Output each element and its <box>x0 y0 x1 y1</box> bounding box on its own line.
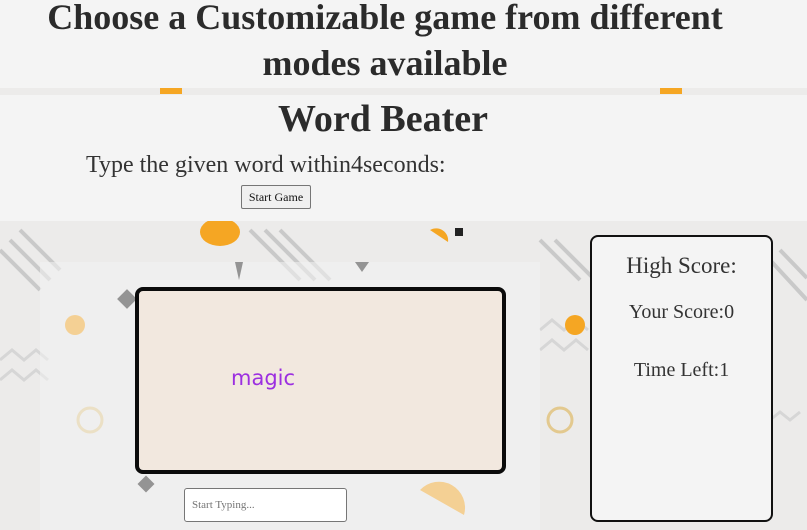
page: Choose a Customizable game from differen… <box>0 0 807 530</box>
your-score: Your Score:0 <box>592 301 771 324</box>
time-left: Time Left:1 <box>592 359 771 382</box>
score-panel: High Score: Your Score:0 Time Left:1 <box>590 235 773 522</box>
instruction-prefix: Type the given word within <box>86 152 351 178</box>
word-display-box: magic <box>135 287 506 474</box>
start-game-button[interactable]: Start Game <box>241 185 311 209</box>
score-value: 0 <box>724 301 735 323</box>
seconds-value: 4 <box>350 152 363 178</box>
word-input[interactable] <box>184 488 347 522</box>
time-label: Time Left: <box>633 359 720 381</box>
game-title: Word Beater <box>277 98 488 140</box>
current-word: magic <box>231 366 296 390</box>
score-label: Your Score: <box>628 301 725 323</box>
instructions: Type the given word within4seconds: <box>86 150 446 180</box>
time-value: 1 <box>719 359 730 381</box>
instruction-suffix: seconds: <box>362 152 446 178</box>
header: Choose a Customizable game from differen… <box>0 0 807 88</box>
page-heading: Choose a Customizable game from differen… <box>47 0 723 83</box>
high-score: High Score: <box>592 253 771 279</box>
game-header: Word Beater Type the given word within4s… <box>0 95 807 221</box>
high-score-label: High Score: <box>626 253 737 278</box>
